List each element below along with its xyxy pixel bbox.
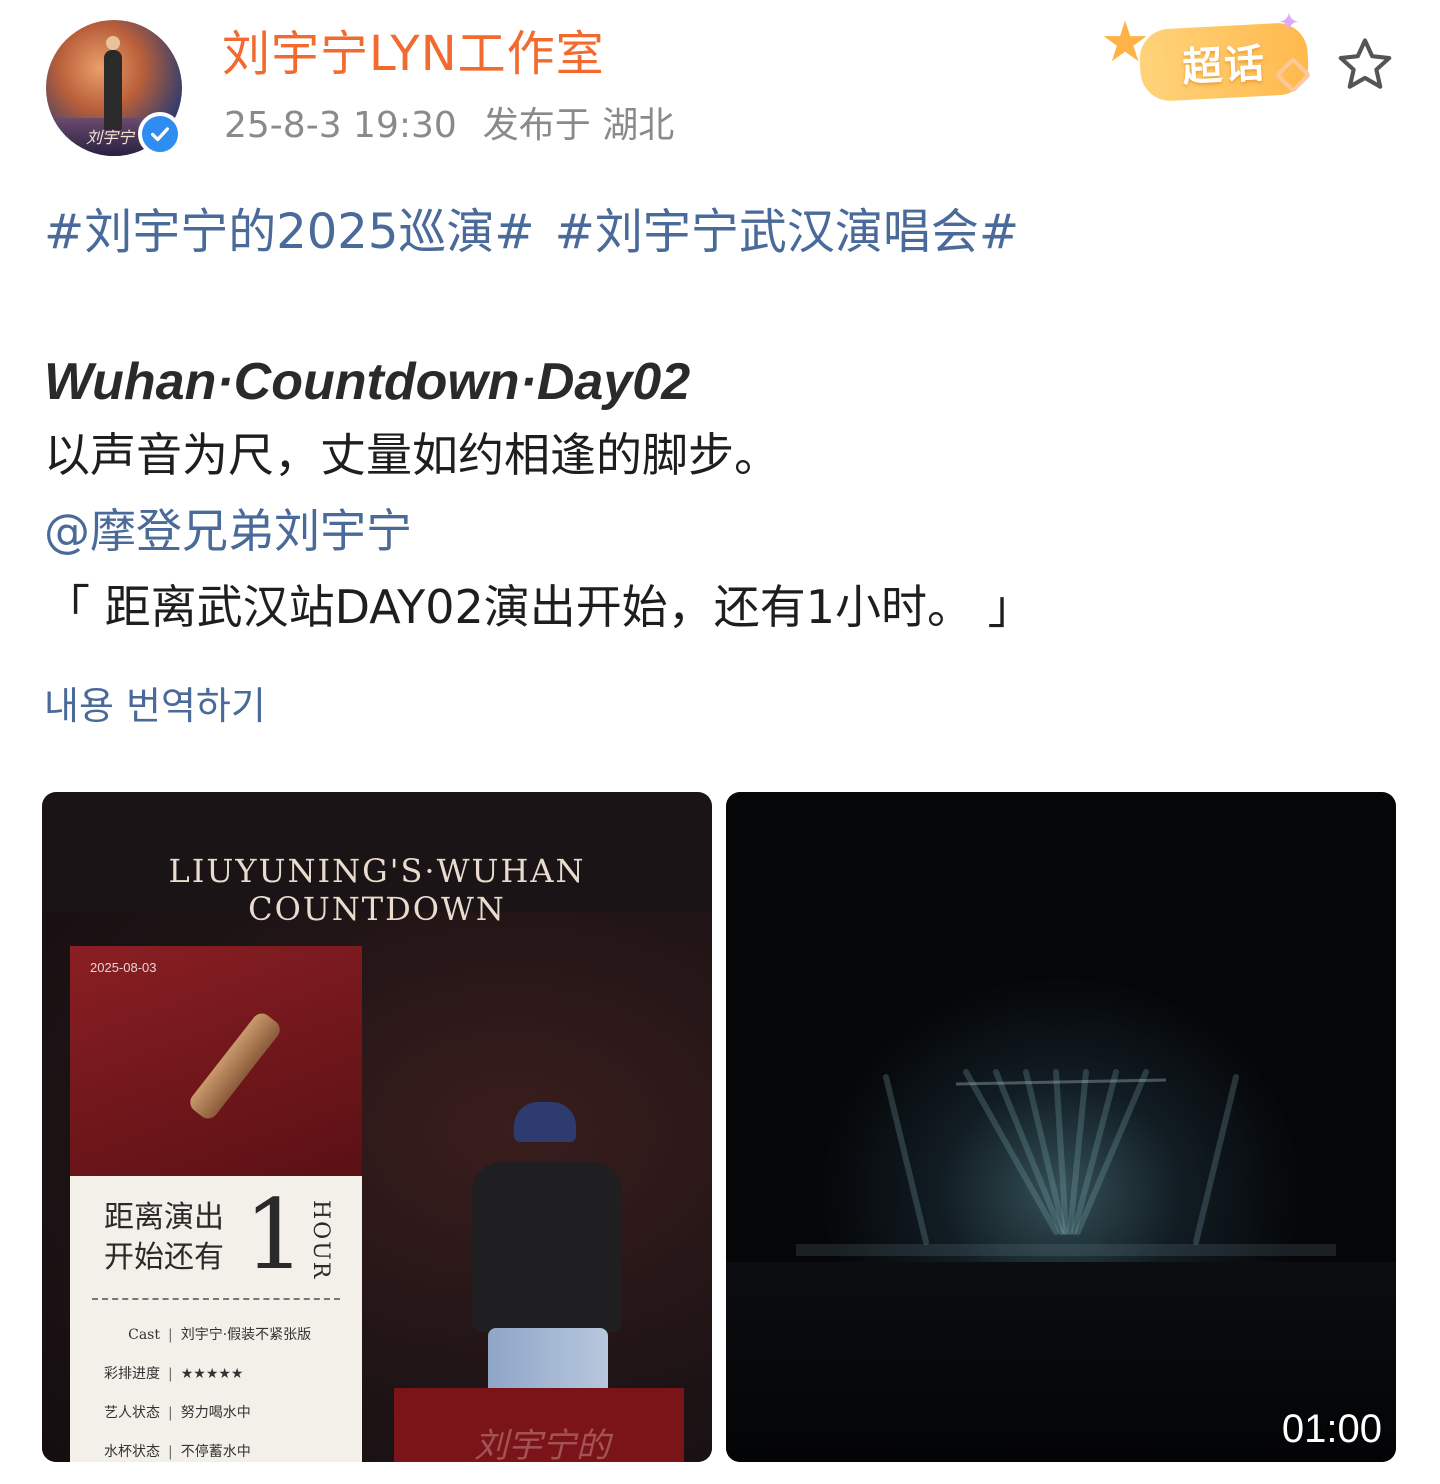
image-thumbnail-poster[interactable]: LIUYUNING'S·WUHAN COUNTDOWN 2025-08-03 距… bbox=[42, 792, 712, 1462]
supertopic-label: 超话 bbox=[1181, 40, 1268, 92]
poster-row-key: 艺人状态 bbox=[104, 1405, 160, 1421]
video-thumbnail-concert[interactable]: 01:00 bbox=[726, 792, 1396, 1462]
poster-countdown-unit: HOUR bbox=[308, 1200, 333, 1281]
poster-row-separator: | bbox=[168, 1366, 173, 1382]
post-timestamp: 25-8-3 19:30 bbox=[224, 105, 457, 146]
poster-countdown-line: 距离演出 bbox=[104, 1200, 224, 1235]
poster-date: 2025-08-03 bbox=[90, 960, 157, 975]
avatar-figure bbox=[104, 36, 122, 130]
performer-shirt bbox=[472, 1162, 622, 1332]
post-meta: 25-8-3 19:30 发布于 湖北 bbox=[224, 102, 674, 150]
video-duration-label: 01:00 bbox=[1281, 1407, 1382, 1451]
poster-row-value: 不停蓄水中 bbox=[180, 1444, 251, 1460]
user-mention-link[interactable]: @摩登兄弟刘宇宁 bbox=[44, 500, 412, 562]
poster-row: 艺人状态 | 努力喝水中 bbox=[100, 1394, 311, 1433]
poster-row-value: 努力喝水中 bbox=[180, 1405, 251, 1421]
post-text-line: 「 距离武汉站DAY02演出开始，还有1小时。 」 bbox=[44, 580, 1034, 634]
poster-row: 彩排进度 | ★★★★★ bbox=[100, 1355, 311, 1394]
poster-countdown-number: 1 bbox=[244, 1179, 306, 1291]
topic-link[interactable]: #刘宇宁武汉演唱会# bbox=[555, 204, 1019, 260]
poster-info-rows: Cast | 刘宇宁·假装不紧张版 彩排进度 | ★★★★★ 艺人状态 | 努力喝水中 水杯… bbox=[100, 1316, 311, 1462]
sparkle-icon: ✦ bbox=[1278, 8, 1300, 38]
poster-row-value: 刘宇宁·假装不紧张版 bbox=[180, 1327, 312, 1343]
poster-countdown-line: 开始还有 bbox=[104, 1240, 224, 1275]
poster-row-separator: | bbox=[168, 1405, 173, 1421]
topic-tags: #刘宇宁的2025巡演# #刘宇宁武汉演唱会# bbox=[44, 200, 1019, 264]
post-text-line: 以声音为尺，丈量如约相逢的脚步。 bbox=[44, 428, 780, 482]
supertopic-badge-icon[interactable]: ★ 超话 ✦ bbox=[1100, 8, 1320, 104]
poster-ribbon: 刘宇宁的 bbox=[394, 1388, 684, 1462]
poster-footer-signature: 刘宇宁的 bbox=[474, 1426, 610, 1462]
poster-row-key: 彩排进度 bbox=[104, 1366, 160, 1382]
poster-title: LIUYUNING'S·WUHAN COUNTDOWN bbox=[168, 852, 586, 928]
avatar-signature: 刘宇宁 bbox=[86, 128, 135, 147]
poster-photo-card: 2025-08-03 bbox=[70, 946, 362, 1176]
poster-row: Cast | 刘宇宁·假装不紧张版 bbox=[100, 1316, 311, 1355]
post-location: 发布于 湖北 bbox=[482, 105, 675, 146]
poster-divider bbox=[92, 1298, 340, 1300]
verified-check-icon bbox=[138, 112, 182, 156]
poster-countdown-text: 距离演出 开始还有 bbox=[104, 1198, 224, 1278]
author-name[interactable]: 刘宇宁LYN工作室 bbox=[222, 24, 605, 84]
poster-info-card: 距离演出 开始还有 1 HOUR Cast | 刘宇宁·假装不紧张版 彩排进度 | ★★… bbox=[70, 1176, 362, 1462]
performer-hat bbox=[514, 1102, 576, 1142]
poster-row: 水杯状态 | 不停蓄水中 bbox=[100, 1433, 311, 1462]
translate-link[interactable]: 내용 번역하기 bbox=[44, 680, 266, 732]
poster-row-separator: | bbox=[168, 1327, 173, 1343]
poster-row-key: Cast bbox=[128, 1327, 160, 1343]
post-headline: Wuhan·Countdown·Day02 bbox=[44, 353, 691, 411]
poster-row-separator: | bbox=[168, 1444, 173, 1460]
poster-row-value: ★★★★★ bbox=[180, 1366, 244, 1382]
microphone-graphic bbox=[186, 1009, 284, 1123]
star-outline-icon[interactable] bbox=[1334, 34, 1396, 96]
poster-row-key: 水杯状态 bbox=[104, 1444, 160, 1460]
topic-link[interactable]: #刘宇宁的2025巡演# bbox=[44, 204, 535, 260]
